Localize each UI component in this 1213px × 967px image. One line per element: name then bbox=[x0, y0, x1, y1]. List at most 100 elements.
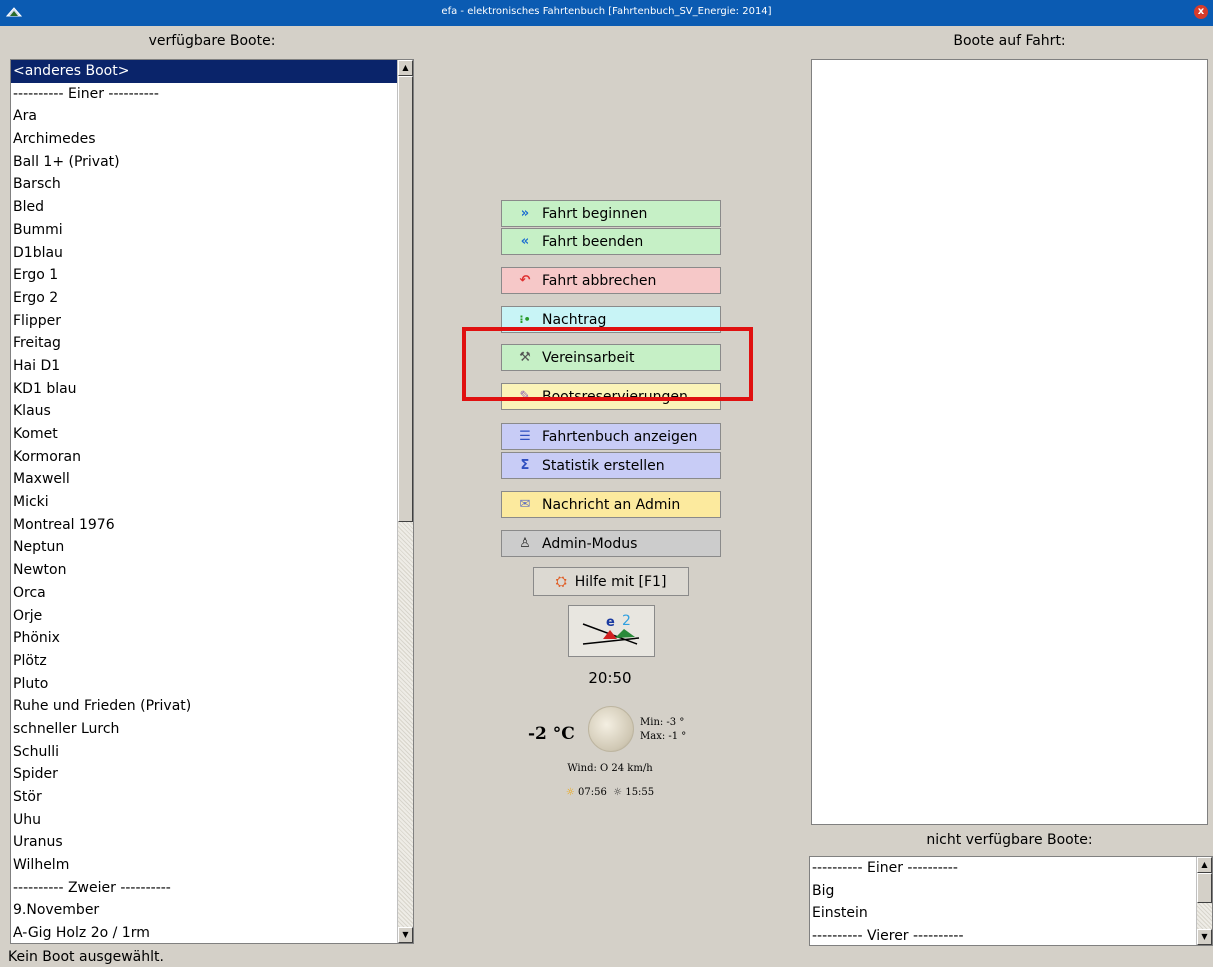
logbook-icon: ☰ bbox=[519, 429, 531, 444]
list-item[interactable]: Ball 1+ (Privat) bbox=[11, 151, 413, 174]
list-item[interactable]: Kormoran bbox=[11, 446, 413, 469]
scrollbar-thumb[interactable] bbox=[398, 76, 413, 522]
list-item[interactable]: Wilhelm bbox=[11, 854, 413, 877]
list-item[interactable]: Ruhe und Frieden (Privat) bbox=[11, 695, 413, 718]
unavailable-boats-scrollbar[interactable]: ▲ ▼ bbox=[1196, 857, 1212, 945]
list-item[interactable]: A-Gig Holz 2o / 1rm bbox=[11, 922, 413, 943]
list-item[interactable]: Maxwell bbox=[11, 468, 413, 491]
cancel-trip-label: Fahrt abbrechen bbox=[542, 272, 657, 289]
list-item[interactable]: ---------- Einer ---------- bbox=[810, 857, 1212, 880]
cancel-trip-button[interactable]: ↶ Fahrt abbrechen bbox=[501, 267, 721, 294]
window-titlebar: efa - elektronisches Fahrtenbuch [Fahrte… bbox=[0, 0, 1213, 26]
late-entry-button[interactable]: ⁝• Nachtrag bbox=[501, 306, 721, 333]
boats-on-trip-list[interactable] bbox=[811, 59, 1208, 825]
admin-person-icon: ♙ bbox=[519, 536, 531, 551]
sigma-icon: Σ bbox=[520, 458, 530, 473]
list-item[interactable]: Komet bbox=[11, 423, 413, 446]
list-item[interactable]: 9.November bbox=[11, 899, 413, 922]
list-item[interactable]: Neptun bbox=[11, 536, 413, 559]
list-item[interactable]: Bled bbox=[11, 196, 413, 219]
list-item[interactable]: Ergo 2 bbox=[11, 287, 413, 310]
list-item[interactable]: schneller Lurch bbox=[11, 718, 413, 741]
double-chevron-right-icon: » bbox=[520, 206, 530, 221]
list-item[interactable]: Uhu bbox=[11, 809, 413, 832]
close-icon[interactable]: x bbox=[1194, 5, 1208, 19]
help-button[interactable]: ⛭ Hilfe mit [F1] bbox=[533, 567, 689, 596]
list-item[interactable]: Bummi bbox=[11, 219, 413, 242]
weather-max: Max: -1 ° bbox=[640, 731, 687, 742]
list-item[interactable]: Pluto bbox=[11, 673, 413, 696]
scroll-down-arrow-icon[interactable]: ▼ bbox=[1197, 929, 1212, 945]
available-boats-scrollbar[interactable]: ▲ ▼ bbox=[397, 60, 413, 943]
list-item[interactable]: Freitag bbox=[11, 332, 413, 355]
help-label: Hilfe mit [F1] bbox=[574, 573, 667, 590]
admin-mode-label: Admin-Modus bbox=[542, 535, 638, 552]
list-item[interactable]: Ergo 1 bbox=[11, 264, 413, 287]
double-chevron-left-icon: « bbox=[520, 234, 530, 249]
hammer-icon: ⚒ bbox=[519, 350, 531, 365]
svg-text:2: 2 bbox=[622, 613, 631, 629]
list-item[interactable]: Flipper bbox=[11, 310, 413, 333]
club-work-label: Vereinsarbeit bbox=[542, 349, 635, 366]
message-admin-label: Nachricht an Admin bbox=[542, 496, 681, 513]
list-item[interactable]: Barsch bbox=[11, 173, 413, 196]
list-item[interactable]: Montreal 1976 bbox=[11, 514, 413, 537]
list-item[interactable]: Orca bbox=[11, 582, 413, 605]
list-item[interactable]: Micki bbox=[11, 491, 413, 514]
list-item[interactable]: ---------- Einer ---------- bbox=[11, 83, 413, 106]
add-entry-icon: ⁝• bbox=[519, 313, 531, 326]
scroll-down-arrow-icon[interactable]: ▼ bbox=[398, 927, 413, 943]
list-item[interactable]: ---------- Vierer ---------- bbox=[810, 925, 1212, 945]
list-item[interactable]: Plötz bbox=[11, 650, 413, 673]
list-item[interactable]: Uranus bbox=[11, 831, 413, 854]
list-item[interactable]: <anderes Boot> bbox=[11, 60, 413, 83]
list-item[interactable]: Ara bbox=[11, 105, 413, 128]
sunrise-icon: ☼ bbox=[565, 787, 575, 798]
list-item[interactable]: Orje bbox=[11, 605, 413, 628]
boats-on-trip-title: Boote auf Fahrt: bbox=[953, 33, 1066, 49]
efa-logo-icon: e 2 bbox=[582, 613, 640, 645]
weather-min: Min: -3 ° bbox=[640, 717, 685, 728]
list-item[interactable]: Phönix bbox=[11, 627, 413, 650]
list-item[interactable]: Einstein bbox=[810, 902, 1212, 925]
list-item[interactable]: Big bbox=[810, 880, 1212, 903]
list-item[interactable]: Spider bbox=[11, 763, 413, 786]
boat-reservations-label: Bootsreservierungen bbox=[542, 388, 688, 405]
list-item[interactable]: KD1 blau bbox=[11, 378, 413, 401]
list-item[interactable]: Schulli bbox=[11, 741, 413, 764]
scroll-up-arrow-icon[interactable]: ▲ bbox=[1197, 857, 1212, 873]
list-item[interactable]: Klaus bbox=[11, 400, 413, 423]
lifebuoy-icon: ⛭ bbox=[555, 573, 567, 590]
weather-sun-times: ☼ 07:56 ☼ 15:55 bbox=[540, 787, 680, 798]
list-item[interactable]: Newton bbox=[11, 559, 413, 582]
message-admin-button[interactable]: ✉ Nachricht an Admin bbox=[501, 491, 721, 518]
moon-icon bbox=[588, 706, 634, 752]
scroll-up-arrow-icon[interactable]: ▲ bbox=[398, 60, 413, 76]
create-statistics-button[interactable]: Σ Statistik erstellen bbox=[501, 452, 721, 479]
list-item[interactable]: Hai D1 bbox=[11, 355, 413, 378]
weather-wind: Wind: O 24 km/h bbox=[567, 763, 653, 774]
boat-reservations-button[interactable]: ✎ Bootsreservierungen bbox=[501, 383, 721, 410]
reservation-icon: ✎ bbox=[519, 389, 531, 404]
efa-logo-button[interactable]: e 2 bbox=[568, 605, 655, 657]
sunset-time: 15:55 bbox=[625, 787, 655, 798]
available-boats-title: verfügbare Boote: bbox=[148, 33, 276, 49]
start-trip-button[interactable]: » Fahrt beginnen bbox=[501, 200, 721, 227]
window-title: efa - elektronisches Fahrtenbuch [Fahrte… bbox=[441, 6, 772, 17]
svg-text:e: e bbox=[606, 615, 615, 630]
available-boats-list[interactable]: <anderes Boot> ---------- Einer ---------… bbox=[10, 59, 414, 944]
admin-mode-button[interactable]: ♙ Admin-Modus bbox=[501, 530, 721, 557]
list-item[interactable]: ---------- Zweier ---------- bbox=[11, 877, 413, 900]
show-logbook-label: Fahrtenbuch anzeigen bbox=[542, 428, 698, 445]
start-trip-label: Fahrt beginnen bbox=[542, 205, 648, 222]
unavailable-boats-list[interactable]: ---------- Einer ---------- Big Einstein --… bbox=[809, 856, 1213, 946]
club-work-button[interactable]: ⚒ Vereinsarbeit bbox=[501, 344, 721, 371]
sunset-icon: ☼ bbox=[613, 787, 623, 798]
scrollbar-thumb[interactable] bbox=[1197, 873, 1212, 903]
show-logbook-button[interactable]: ☰ Fahrtenbuch anzeigen bbox=[501, 423, 721, 450]
list-item[interactable]: Stör bbox=[11, 786, 413, 809]
weather-minmax: Min: -3 ° Max: -1 ° bbox=[640, 716, 686, 744]
list-item[interactable]: D1blau bbox=[11, 242, 413, 265]
end-trip-button[interactable]: « Fahrt beenden bbox=[501, 228, 721, 255]
list-item[interactable]: Archimedes bbox=[11, 128, 413, 151]
